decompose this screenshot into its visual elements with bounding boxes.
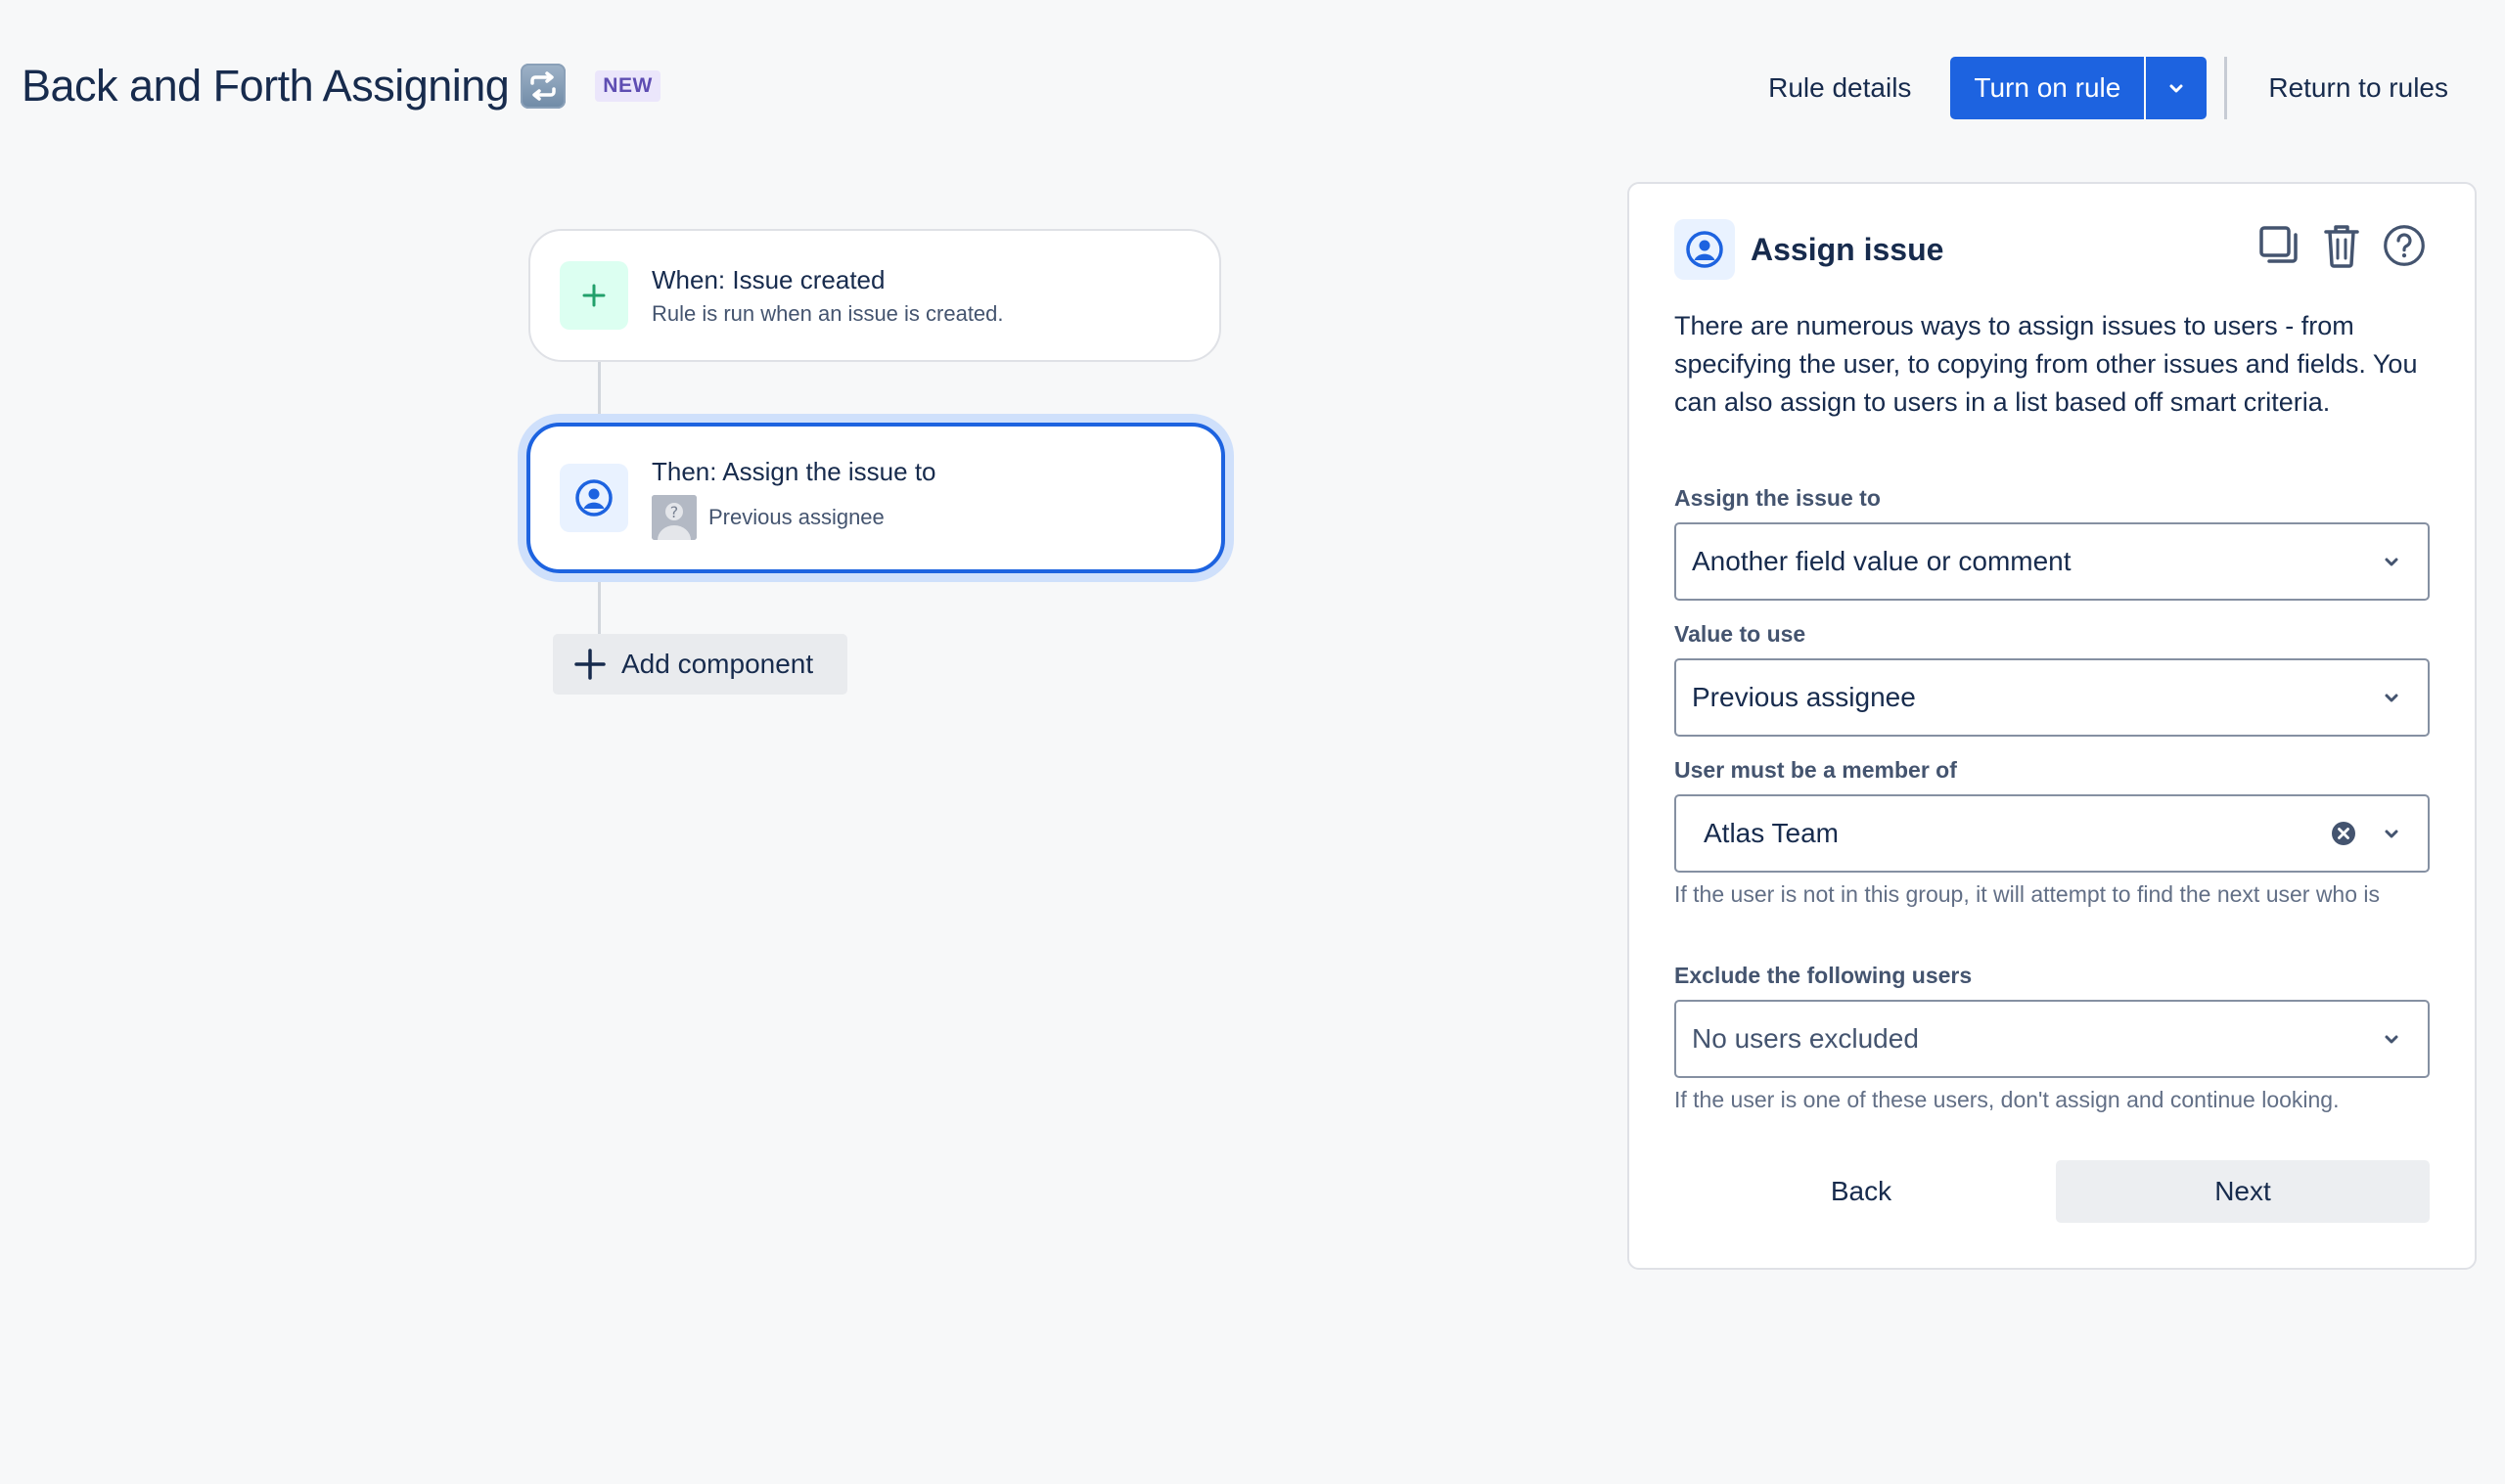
flow-connector [598, 581, 601, 636]
copy-icon [2259, 226, 2298, 263]
back-button[interactable]: Back [1674, 1160, 2048, 1223]
panel-description: There are numerous ways to assign issues… [1674, 311, 2418, 417]
exclude-label: Exclude the following users [1674, 963, 1973, 988]
next-button[interactable]: Next [2056, 1160, 2430, 1223]
chevron-down-icon [2377, 547, 2406, 576]
trigger-subtitle: Rule is run when an issue is created. [652, 300, 1004, 326]
add-component-label: Add component [621, 649, 814, 679]
help-button[interactable] [2383, 221, 2426, 270]
component-config-panel: Assign issue There are numerous ways to … [1627, 182, 2477, 1270]
action-subtitle: Previous assignee [708, 504, 885, 529]
panel-icon-box [1674, 219, 1735, 280]
trigger-node[interactable]: When: Issue created Rule is run when an … [528, 229, 1221, 362]
copy-button[interactable] [2257, 221, 2300, 270]
chevron-down-icon [2377, 683, 2406, 712]
svg-text:?: ? [670, 503, 679, 521]
turn-on-rule-group: Turn on rule [1950, 57, 2208, 119]
panel-title: Assign issue [1751, 231, 1944, 267]
value-to-use-value: Previous assignee [1692, 682, 1916, 712]
delete-button[interactable] [2320, 221, 2363, 270]
plus-icon [582, 284, 606, 307]
action-node[interactable]: Then: Assign the issue to ? Previous ass… [526, 423, 1225, 573]
turn-on-rule-button[interactable]: Turn on rule [1950, 57, 2145, 119]
repeat-icon [521, 64, 567, 109]
turn-on-rule-dropdown-button[interactable] [2146, 57, 2208, 119]
assign-to-value: Another field value or comment [1692, 546, 2072, 576]
add-component-button[interactable]: Add component [553, 634, 847, 695]
flow-connector [598, 362, 601, 423]
member-of-helper: If the user is not in this group, it wil… [1674, 881, 2381, 907]
header-divider [2224, 57, 2228, 119]
plus-icon [574, 649, 606, 680]
value-to-use-select[interactable]: Previous assignee [1674, 658, 2430, 737]
member-of-value: Atlas Team [1704, 818, 1839, 848]
header-actions: Rule details Turn on rule Return to rule… [1749, 57, 2468, 119]
default-avatar-icon: ? [652, 494, 697, 540]
return-to-rules-button[interactable]: Return to rules [2249, 72, 2468, 104]
user-circle-icon [1686, 231, 1723, 268]
new-badge: NEW [595, 70, 660, 102]
title-area: Back and Forth Assigning NEW [22, 61, 660, 112]
chevron-down-icon [2377, 819, 2406, 848]
member-of-select[interactable]: Atlas Team [1674, 794, 2430, 873]
trigger-icon-box [560, 261, 628, 330]
assign-to-select[interactable]: Another field value or comment [1674, 522, 2430, 601]
trigger-title: When: Issue created [652, 264, 886, 294]
exclude-placeholder: No users excluded [1692, 1023, 1919, 1054]
help-icon [2384, 225, 2425, 266]
value-to-use-label: Value to use [1674, 621, 1806, 647]
member-of-label: User must be a member of [1674, 757, 1957, 783]
chevron-down-icon [2377, 1024, 2406, 1054]
trash-icon [2324, 225, 2359, 268]
assign-to-label: Assign the issue to [1674, 485, 1881, 511]
exclude-select[interactable]: No users excluded [1674, 1000, 2430, 1078]
panel-tools [2257, 221, 2426, 270]
chevron-down-icon [2169, 84, 2183, 93]
page-title: Back and Forth Assigning [22, 61, 510, 111]
user-circle-icon [575, 479, 613, 517]
exclude-helper: If the user is one of these users, don't… [1674, 1087, 2340, 1112]
action-icon-box [560, 464, 628, 532]
rule-details-button[interactable]: Rule details [1749, 72, 1931, 104]
clear-icon[interactable] [2330, 820, 2357, 847]
action-title: Then: Assign the issue to [652, 456, 936, 486]
